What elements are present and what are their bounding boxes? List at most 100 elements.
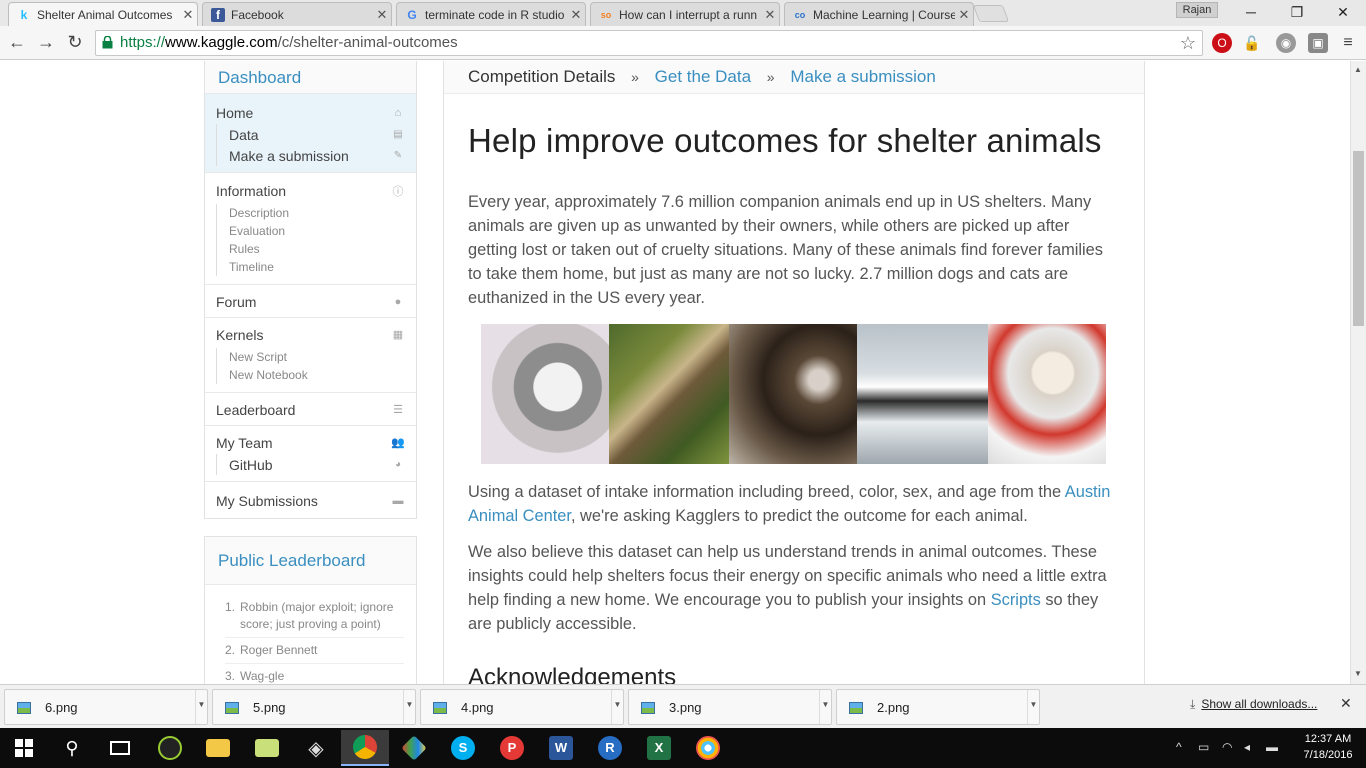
tab-coursera[interactable]: co Machine Learning | Course ✕ (784, 2, 974, 26)
app-icon[interactable]: P (488, 730, 536, 766)
sidebar-item-new-script[interactable]: New Script (229, 348, 416, 366)
sidebar-item-my-team[interactable]: My Team 👥 (205, 431, 416, 454)
sidebar-item-label: My Team (216, 434, 273, 451)
word-icon[interactable]: W (537, 730, 585, 766)
inbox-icon: ▬ (392, 494, 404, 507)
reload-icon[interactable]: ↻ (64, 32, 86, 54)
tab-facebook[interactable]: f Facebook ✕ (202, 2, 392, 26)
chrome-taskbar-icon[interactable] (341, 730, 389, 766)
download-item[interactable]: 2.png ▼ (836, 689, 1040, 725)
chevron-down-icon[interactable]: ▼ (611, 690, 623, 724)
unlock-extension-icon[interactable]: 🔓 (1242, 33, 1262, 53)
sidebar-item-github[interactable]: GitHub ◕ (229, 454, 416, 475)
tab-shelter-animal-outcomes[interactable]: k Shelter Animal Outcomes ✕ (8, 2, 198, 26)
show-all-downloads-link[interactable]: ⤓ Show all downloads... (1190, 697, 1317, 712)
extension-icon[interactable]: ◉ (1276, 33, 1296, 53)
extension-icon[interactable]: ▣ (1308, 33, 1328, 53)
list-item[interactable]: 1. Robbin (major exploit; ignore score; … (225, 599, 404, 638)
sidebar-item-leaderboard[interactable]: Leaderboard ☰ (205, 398, 416, 421)
close-icon[interactable]: ✕ (179, 7, 197, 23)
breadcrumb-get-data-link[interactable]: Get the Data (655, 67, 751, 86)
download-item[interactable]: 6.png ▼ (4, 689, 208, 725)
start-button[interactable] (0, 730, 48, 766)
sidebar-item-forum[interactable]: Forum ● (205, 290, 416, 313)
r-icon[interactable]: R (586, 730, 634, 766)
sidebar-item-new-notebook[interactable]: New Notebook (229, 366, 416, 384)
close-icon[interactable]: ✕ (955, 7, 973, 23)
sidebar-item-kernels[interactable]: Kernels ▦ (205, 323, 416, 346)
photos-icon[interactable] (243, 730, 291, 766)
competition-content: Competition Details » Get the Data » Mak… (443, 61, 1145, 684)
system-clock[interactable]: 12:37 AM 7/18/2016 (1296, 731, 1360, 763)
sidebar-item-timeline[interactable]: Timeline (229, 258, 416, 276)
paint-icon[interactable] (684, 730, 732, 766)
close-icon[interactable]: ✕ (1340, 695, 1352, 712)
volume-icon[interactable]: ◂ (1244, 740, 1250, 754)
chevron-down-icon[interactable]: ▼ (403, 690, 415, 724)
github-icon: ◕ (394, 459, 402, 470)
profile-button[interactable]: Rajan (1176, 2, 1218, 18)
bookmark-star-icon[interactable]: ☆ (1180, 31, 1196, 55)
task-view-icon[interactable] (96, 730, 144, 766)
tab-google-search[interactable]: G terminate code in R studio ✕ (396, 2, 586, 26)
minimize-icon[interactable]: ─ (1228, 0, 1274, 26)
unity-icon[interactable]: ◈ (292, 730, 340, 766)
restore-icon[interactable]: ❐ (1274, 0, 1320, 26)
page-scrollbar[interactable]: ▲ ▼ (1350, 61, 1366, 684)
menu-icon[interactable]: ≡ (1338, 33, 1358, 53)
forward-icon[interactable]: → (35, 32, 57, 54)
back-icon[interactable]: ← (6, 32, 28, 54)
tab-stackoverflow[interactable]: so How can I interrupt a runn ✕ (590, 2, 780, 26)
scrollbar-thumb[interactable] (1353, 151, 1364, 326)
article: Help improve outcomes for shelter animal… (444, 122, 1144, 684)
chevron-down-icon[interactable]: ▼ (1027, 690, 1039, 724)
window-close-icon[interactable]: ✕ (1320, 0, 1366, 26)
skype-icon[interactable]: S (439, 730, 487, 766)
close-icon[interactable]: ✕ (373, 7, 391, 23)
app-icon[interactable] (146, 730, 194, 766)
sidebar-leaderboard-section: Leaderboard ☰ (205, 393, 416, 426)
chevron-down-icon[interactable]: ▼ (195, 690, 207, 724)
scroll-down-icon[interactable]: ▼ (1354, 669, 1362, 678)
chevron-up-icon[interactable]: ^ (1176, 740, 1182, 754)
app-icon[interactable] (390, 730, 438, 766)
sidebar-item-rules[interactable]: Rules (229, 240, 416, 258)
list-item[interactable]: 2. Roger Bennett (225, 642, 404, 664)
search-icon[interactable]: ⚲ (48, 730, 96, 766)
download-item[interactable]: 4.png ▼ (420, 689, 624, 725)
sidebar-kernels-section: Kernels ▦ New Script New Notebook (205, 318, 416, 393)
battery-icon[interactable]: ▭ (1198, 740, 1209, 754)
close-icon[interactable]: ✕ (761, 7, 779, 23)
public-leaderboard-title[interactable]: Public Leaderboard (205, 537, 416, 585)
sidebar-item-data[interactable]: Data ▤ (229, 124, 416, 145)
sidebar-item-make-submission[interactable]: Make a submission ✎ (229, 145, 416, 166)
download-item[interactable]: 3.png ▼ (628, 689, 832, 725)
excel-icon[interactable]: X (635, 730, 683, 766)
address-bar[interactable]: https://www.kaggle.com/c/shelter-animal-… (95, 30, 1203, 56)
info-icon: ⓘ (392, 185, 404, 198)
chevron-down-icon[interactable]: ▼ (819, 690, 831, 724)
breadcrumb-submission-link[interactable]: Make a submission (790, 67, 936, 86)
sidebar-dashboard-header[interactable]: Dashboard (205, 61, 416, 94)
scroll-up-icon[interactable]: ▲ (1354, 65, 1362, 74)
sidebar-item-my-submissions[interactable]: My Submissions ▬ (205, 489, 416, 512)
download-item[interactable]: 5.png ▼ (212, 689, 416, 725)
sidebar-item-information[interactable]: Information ⓘ (205, 179, 416, 202)
download-filename: 2.png (877, 700, 910, 715)
list-item[interactable]: 3. Wag-gle (225, 668, 404, 684)
new-tab-button[interactable] (972, 5, 1010, 22)
url-host: www.kaggle.com (165, 34, 278, 51)
home-subitems: Data ▤ Make a submission ✎ (216, 124, 416, 166)
file-explorer-icon[interactable] (194, 730, 242, 766)
sidebar-item-evaluation[interactable]: Evaluation (229, 222, 416, 240)
database-icon: ▤ (393, 129, 403, 140)
sidebar-item-home[interactable]: Home ⌂ (205, 101, 416, 124)
sidebar-item-description[interactable]: Description (229, 204, 416, 222)
kernels-subitems: New Script New Notebook (216, 348, 416, 384)
close-icon[interactable]: ✕ (567, 7, 585, 23)
wifi-icon[interactable]: ◠ (1222, 740, 1232, 754)
opera-extension-icon[interactable]: O (1212, 33, 1232, 53)
scripts-link[interactable]: Scripts (991, 591, 1041, 609)
sidebar-home-section: Home ⌂ Data ▤ Make a submission ✎ (205, 94, 416, 173)
keyboard-icon[interactable]: ▬ (1266, 740, 1278, 754)
